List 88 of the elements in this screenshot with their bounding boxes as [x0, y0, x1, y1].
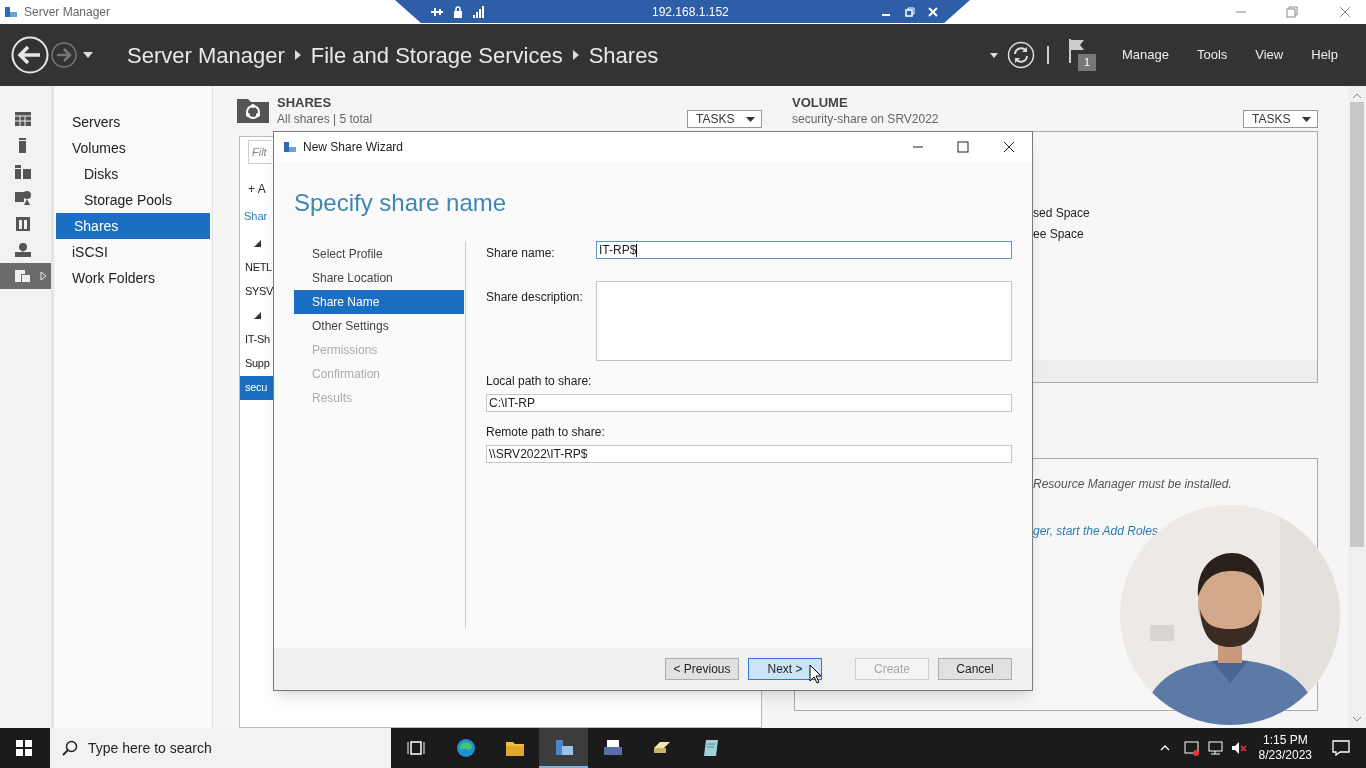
columns-icon	[15, 164, 31, 180]
volume-muted-icon[interactable]	[1230, 740, 1247, 756]
wizard-heading: Specify share name	[293, 188, 508, 218]
wizard-step[interactable]: Select Profile	[294, 242, 464, 266]
clock-date: 8/23/2023	[1258, 748, 1312, 763]
field-label: Share description:	[486, 289, 584, 306]
rail-item[interactable]	[0, 263, 51, 289]
wizard-icon	[283, 140, 297, 154]
expand-icon	[40, 271, 47, 281]
input-field[interactable]: C:\IT-RP	[486, 394, 1012, 412]
chevron-up-icon[interactable]	[1159, 745, 1170, 751]
printer-icon	[602, 738, 623, 758]
nav-item[interactable]: Work Folders	[54, 265, 212, 291]
dialog-button[interactable]: Cancel	[938, 658, 1012, 680]
caret-icon	[1302, 116, 1312, 122]
caret-icon	[746, 116, 756, 122]
restore-icon[interactable]	[904, 6, 915, 17]
info-text: Resource Manager must be installed.	[1033, 476, 1233, 493]
chevron-icon	[294, 50, 301, 60]
panel-title: SHARES	[277, 94, 333, 111]
panel-subtitle: security-share on SRV2022	[792, 111, 939, 128]
grid-icon	[15, 112, 31, 128]
field-label: Local path to share:	[486, 373, 593, 390]
menu-item[interactable]: Help	[1311, 45, 1338, 65]
wizard-step[interactable]: Share Name	[294, 290, 464, 314]
search-icon	[62, 740, 78, 756]
windows-start-icon[interactable]	[16, 740, 32, 756]
scroll-up-icon[interactable]	[1353, 93, 1361, 98]
close-icon[interactable]	[1003, 141, 1015, 153]
nav-item[interactable]: iSCSI	[54, 239, 212, 265]
breadcrumb-item[interactable]: Shares	[588, 38, 659, 72]
dialog-title: New Share Wizard	[303, 139, 404, 156]
dialog-button[interactable]: < Previous	[665, 658, 739, 680]
wizard-step[interactable]: Share Location	[294, 266, 464, 290]
signal-icon	[473, 5, 485, 18]
remote-address: 192.168.1.152	[652, 3, 729, 21]
input-field[interactable]: \\SRV2022\IT-RP$	[486, 445, 1012, 463]
nav-item[interactable]: Volumes	[54, 135, 212, 161]
menu-item[interactable]: Manage	[1121, 45, 1169, 65]
wizard-step[interactable]: Other Settings	[294, 314, 464, 338]
clock-time: 1:15 PM	[1262, 733, 1308, 748]
tasks-button[interactable]: TASKS	[687, 110, 762, 128]
add-roles-link[interactable]: ger, start the Add Roles	[1033, 522, 1158, 540]
input-field[interactable]: IT-RP$	[596, 241, 1012, 259]
shares-folder-icon	[237, 97, 269, 123]
field-label: Remote path to share:	[486, 424, 606, 441]
menu-item[interactable]: Tools	[1196, 45, 1228, 65]
forward-icon[interactable]	[51, 42, 77, 68]
mouse-cursor-icon	[809, 664, 822, 684]
caret-icon[interactable]	[83, 52, 93, 58]
folders-icon	[15, 268, 31, 284]
nav-item[interactable]: Disks	[54, 161, 212, 187]
field-label: Share name:	[486, 245, 556, 262]
nav-item[interactable]: Shares	[56, 213, 210, 239]
taskview-icon	[406, 738, 427, 758]
filter-field[interactable]: Filt	[248, 140, 272, 164]
breadcrumb-item[interactable]: File and Storage Services	[310, 38, 563, 72]
app-icon	[4, 5, 18, 19]
server-icon	[553, 737, 574, 757]
panel-subtitle: All shares | 5 total	[277, 111, 373, 128]
defender-icon[interactable]	[1183, 740, 1200, 756]
notifications-icon[interactable]	[1332, 740, 1350, 756]
taskbar-app[interactable]	[539, 728, 588, 768]
nav-item[interactable]: Storage Pools	[54, 187, 212, 213]
scroll-down-icon[interactable]	[1353, 717, 1361, 722]
nav-item[interactable]: Servers	[54, 109, 212, 135]
chevron-icon	[572, 50, 579, 60]
collapse-icon[interactable]	[254, 312, 261, 319]
menu-item[interactable]: View	[1255, 45, 1284, 65]
notification-badge: 1	[1077, 54, 1096, 71]
scrollbar[interactable]	[1348, 86, 1366, 728]
search-field[interactable]: Type here to search	[50, 728, 391, 768]
caret-icon[interactable]	[989, 52, 998, 58]
legend-label: sed Space	[1033, 205, 1091, 222]
browser-icon	[455, 738, 476, 758]
pin-icon[interactable]	[430, 5, 444, 18]
lock-icon[interactable]	[453, 5, 463, 18]
window-title: Server Manager	[24, 4, 111, 21]
dialog-button[interactable]: Next >	[748, 658, 822, 680]
panel-title: VOLUME	[792, 94, 849, 111]
breadcrumb-item[interactable]: Server Manager	[127, 38, 285, 72]
refresh-icon[interactable]	[1006, 41, 1035, 69]
back-icon[interactable]	[11, 36, 49, 74]
maximize-icon[interactable]	[957, 141, 969, 153]
flag-icon[interactable]	[1068, 39, 1087, 63]
legend-label: ee Space	[1033, 226, 1085, 243]
tasks-button[interactable]: TASKS	[1243, 110, 1318, 128]
collapse-icon[interactable]	[254, 240, 261, 247]
